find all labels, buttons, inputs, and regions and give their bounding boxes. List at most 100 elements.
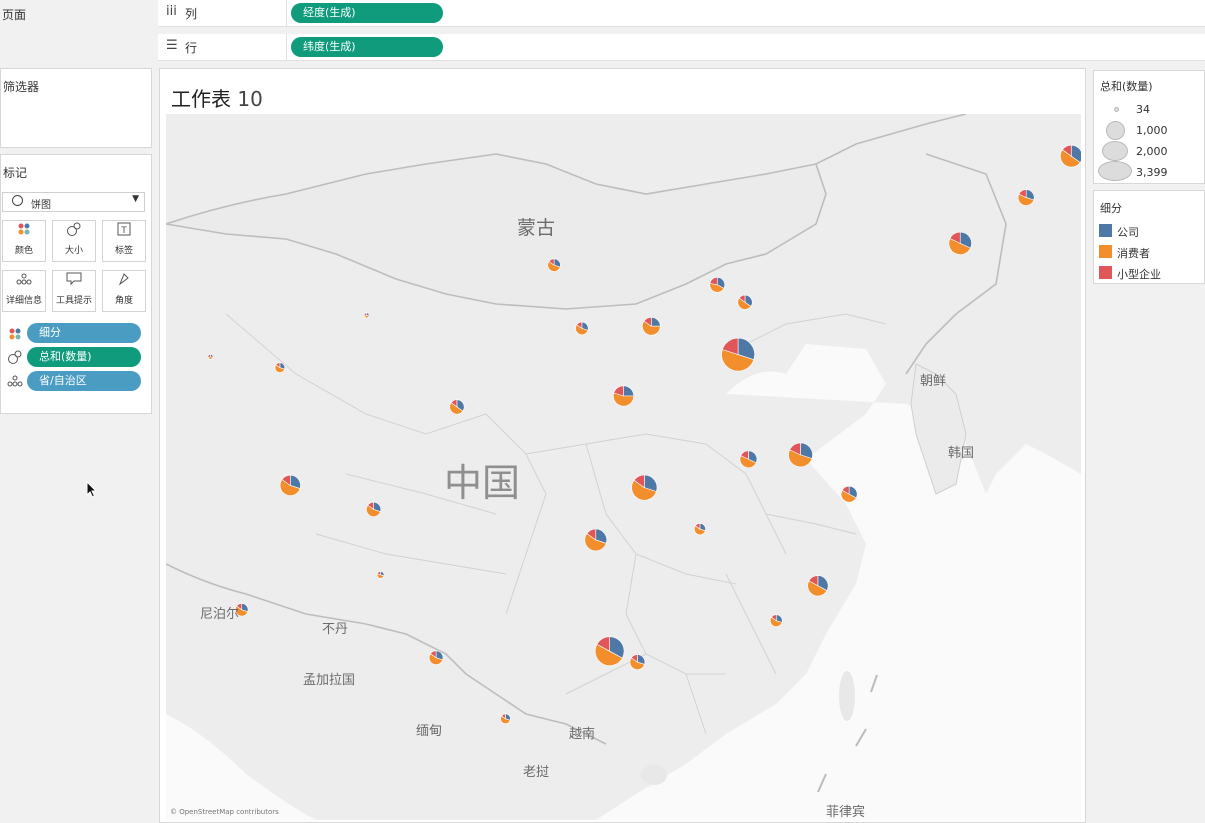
pie-mark[interactable] [449, 399, 465, 415]
pie-mark[interactable] [207, 353, 214, 360]
filters-panel[interactable]: 筛选器 [0, 68, 152, 148]
map-label-philippines: 菲律宾 [826, 805, 866, 820]
columns-label: 列 [185, 7, 198, 21]
pie-mark[interactable] [613, 385, 635, 407]
size-legend-circle [1098, 161, 1132, 181]
size-button[interactable]: 大小 [52, 220, 96, 262]
province-field-pill[interactable]: 省/自治区 [27, 371, 141, 391]
pie-mark[interactable] [547, 258, 561, 272]
pie-mark[interactable] [721, 337, 755, 372]
pie-mark[interactable] [500, 713, 511, 724]
detail-button-label: 详细信息 [5, 296, 42, 306]
rows-shelf[interactable]: ☰ 行 纬度(生成) [158, 34, 1205, 61]
svg-text:T: T [120, 226, 127, 236]
pie-mark[interactable] [1060, 144, 1081, 168]
map-label-nepal: 尼泊尔 [200, 607, 240, 622]
size-legend-label: 1,000 [1136, 124, 1168, 137]
color-legend-title: 细分 [1100, 202, 1122, 215]
pie-mark[interactable] [769, 614, 783, 627]
filters-title: 筛选器 [3, 80, 40, 94]
size-icon [7, 349, 23, 369]
pie-mark[interactable] [631, 474, 658, 501]
pie-mark[interactable] [709, 276, 726, 293]
quantity-field-pill[interactable]: 总和(数量) [27, 347, 141, 367]
hainan-island [641, 765, 667, 785]
china-map[interactable] [166, 114, 1081, 820]
mouse-cursor-icon [86, 480, 98, 502]
sheet-title-number: 10 [237, 87, 263, 111]
shelf-divider [286, 34, 287, 60]
color-dots-icon [8, 326, 22, 345]
tooltip-icon [53, 271, 95, 293]
pie-mark[interactable] [737, 294, 753, 310]
map-attribution[interactable]: © OpenStreetMap contributors [170, 808, 279, 816]
tooltip-button-label: 工具提示 [55, 296, 92, 306]
pie-mark[interactable] [575, 321, 589, 336]
pie-mark[interactable] [948, 231, 972, 255]
color-button-label: 颜色 [14, 246, 33, 256]
pie-mark[interactable] [279, 474, 301, 496]
color-button[interactable]: 颜色 [2, 220, 46, 262]
pages-panel: 页面 [0, 0, 152, 62]
pie-mark[interactable] [840, 485, 858, 503]
pie-mark[interactable] [594, 636, 625, 666]
sheet-title-text: 工作表 [171, 87, 231, 111]
angle-button-label: 角度 [114, 296, 133, 306]
segment-field-pill[interactable]: 细分 [27, 323, 141, 343]
detail-icon [7, 373, 23, 392]
mark-type-select[interactable]: 饼图 ▼ [2, 192, 145, 212]
pie-mark[interactable] [693, 523, 706, 535]
legend-swatch-small-business[interactable] [1099, 266, 1112, 279]
map-label-myanmar: 缅甸 [416, 724, 443, 739]
size-legend-circle [1102, 141, 1128, 161]
latitude-pill[interactable]: 纬度(生成) [291, 37, 443, 57]
rows-icon: ☰ [166, 38, 178, 53]
pie-mark[interactable] [642, 316, 661, 336]
size-legend-label: 34 [1136, 103, 1150, 116]
legend-swatch-company[interactable] [1099, 224, 1112, 237]
marks-panel: 标记 饼图 ▼ 颜色 大小 T 标签 详细信息 工具提示 角度 细分 总和(数量… [0, 154, 152, 414]
pie-mark[interactable] [788, 442, 813, 468]
size-legend-label: 2,000 [1136, 145, 1168, 158]
pie-mark[interactable] [363, 312, 370, 319]
pie-mark[interactable] [807, 575, 829, 597]
map-label-vietnam: 越南 [569, 727, 596, 742]
legend-label-small-business[interactable]: 小型企业 [1117, 266, 1161, 282]
label-button[interactable]: T 标签 [102, 220, 146, 262]
rows-label: 行 [185, 41, 198, 55]
size-icon [53, 221, 95, 243]
columns-icon: iii [166, 4, 177, 19]
sheet-title: 工作表 10 [171, 83, 263, 112]
detail-button[interactable]: 详细信息 [2, 270, 46, 312]
columns-shelf[interactable]: iii 列 经度(生成) [158, 0, 1205, 27]
size-button-label: 大小 [64, 246, 83, 256]
mark-type-value: 饼图 [31, 200, 51, 211]
map-label-mongolia: 蒙古 [517, 217, 556, 239]
pie-mark[interactable] [584, 528, 607, 552]
pie-mark[interactable] [366, 501, 382, 517]
chevron-down-icon: ▼ [132, 194, 139, 204]
pie-mark[interactable] [376, 571, 385, 579]
legend-label-consumer[interactable]: 消费者 [1117, 245, 1150, 261]
worksheet-panel: 工作表 10 蒙古 中国 朝鲜 韩国 尼泊尔 不丹 孟加拉国 缅甸 越南 老挝 … [159, 68, 1086, 823]
shelf-divider [286, 0, 287, 26]
map-label-china: 中国 [444, 461, 521, 505]
pages-title: 页面 [2, 8, 27, 22]
map-label-north-korea: 朝鲜 [920, 374, 947, 389]
pie-mark[interactable] [428, 650, 444, 665]
pie-mark[interactable] [629, 654, 646, 670]
size-legend: 总和(数量) 34 1,000 2,000 3,399 [1093, 70, 1205, 184]
pie-mark[interactable] [739, 450, 758, 468]
angle-button[interactable]: 角度 [102, 270, 146, 312]
label-button-label: 标签 [114, 246, 133, 256]
longitude-pill[interactable]: 经度(生成) [291, 3, 443, 23]
size-legend-title: 总和(数量) [1100, 80, 1153, 93]
pie-mark[interactable] [1017, 189, 1035, 206]
legend-swatch-consumer[interactable] [1099, 245, 1112, 258]
map-label-bangladesh: 孟加拉国 [303, 673, 356, 688]
map-label-bhutan: 不丹 [322, 622, 349, 637]
pie-mark[interactable] [274, 362, 286, 373]
legend-label-company[interactable]: 公司 [1117, 224, 1139, 240]
tooltip-button[interactable]: 工具提示 [52, 270, 96, 312]
size-legend-circle [1106, 121, 1125, 140]
